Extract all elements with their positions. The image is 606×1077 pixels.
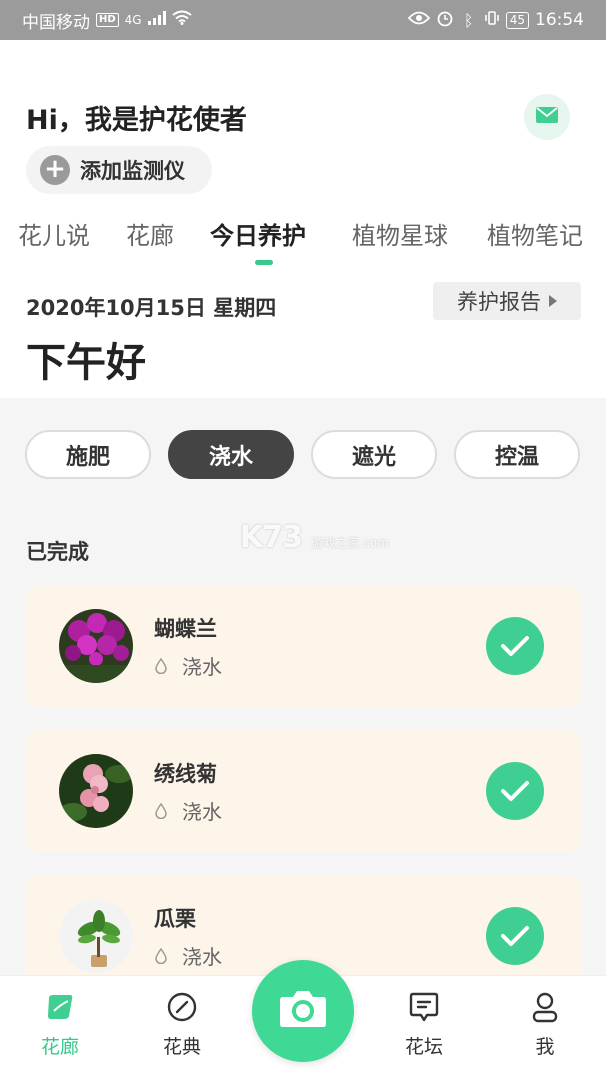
triangle-right-icon	[549, 295, 557, 307]
wifi-icon	[171, 10, 192, 30]
nav-hualang[interactable]: 花廊	[20, 990, 100, 1059]
header-section: Hi，我是护花使者 + 添加监测仪 花儿说 花廊 今日养护 植物星球 植物笔记 …	[0, 40, 606, 398]
plus-icon: +	[40, 155, 70, 185]
date-label: 2020年10月15日 星期四	[26, 296, 277, 320]
clock-label: 16:54	[535, 10, 584, 30]
mail-button[interactable]	[524, 94, 570, 140]
plant-name: 绣线菊	[154, 762, 217, 786]
bluetooth-icon: ᛒ	[463, 10, 474, 30]
category-tabs: 花儿说 花廊 今日养护 植物星球 植物笔记	[0, 216, 606, 266]
plant-photo-spiraea	[59, 754, 133, 828]
plant-card[interactable]: 绣线菊 浇水	[25, 730, 582, 852]
plant-task-label: 浇水	[182, 800, 222, 824]
check-icon	[501, 781, 529, 801]
filter-fertilize[interactable]: 施肥	[25, 430, 151, 479]
nav-huadian-label: 花典	[162, 1036, 201, 1058]
check-icon	[501, 926, 529, 946]
hd-badge: HD	[96, 13, 119, 27]
signal-icon	[147, 10, 166, 30]
tab-today-care[interactable]: 今日养护	[210, 216, 306, 251]
leaf-icon	[43, 990, 77, 1024]
water-drop-icon	[155, 802, 167, 819]
compass-icon	[165, 990, 199, 1024]
filter-shade[interactable]: 遮光	[311, 430, 437, 479]
plant-task-label: 浇水	[182, 655, 222, 679]
watermark: K73 游戏之家.com	[240, 520, 389, 555]
completed-check-button[interactable]	[486, 762, 544, 820]
tab-plant-planet[interactable]: 植物星球	[352, 216, 448, 251]
completed-section-title: 已完成	[26, 540, 89, 564]
nav-me-label: 我	[535, 1036, 555, 1058]
check-icon	[501, 636, 529, 656]
plant-task: 浇水	[154, 796, 222, 825]
plant-name: 瓜栗	[154, 907, 196, 931]
nav-huatan-label: 花坛	[404, 1036, 443, 1058]
camera-icon	[278, 989, 328, 1033]
alarm-icon	[436, 9, 454, 32]
completed-check-button[interactable]	[486, 907, 544, 965]
completed-check-button[interactable]	[486, 617, 544, 675]
message-icon	[407, 990, 441, 1024]
plant-task: 浇水	[154, 941, 222, 970]
eye-icon	[407, 10, 430, 30]
plant-task: 浇水	[154, 651, 222, 680]
plant-task-label: 浇水	[182, 945, 222, 969]
filter-temperature[interactable]: 控温	[454, 430, 580, 479]
tab-hualang[interactable]: 花廊	[126, 216, 174, 251]
plant-photo-pachira	[59, 899, 133, 973]
battery-indicator: 45	[505, 11, 529, 29]
add-monitor-button[interactable]: + 添加监测仪	[26, 146, 212, 194]
network-label: 4G	[124, 13, 142, 27]
nav-me[interactable]: 我	[505, 990, 585, 1059]
care-report-label: 养护报告	[457, 290, 541, 314]
plant-card[interactable]: 蝴蝶兰 浇水	[25, 585, 582, 707]
vibrate-icon	[484, 10, 500, 31]
status-bar: 中国移动 HD 4G ᛒ 45 16:54	[0, 0, 606, 40]
salutation-heading: 下午好	[26, 340, 146, 386]
user-icon	[528, 990, 562, 1024]
plant-photo-orchid	[59, 609, 133, 683]
care-report-button[interactable]: 养护报告	[433, 282, 581, 320]
filter-water[interactable]: 浇水	[168, 430, 294, 479]
camera-button[interactable]	[252, 960, 354, 1062]
water-drop-icon	[155, 657, 167, 674]
tab-huaershuo[interactable]: 花儿说	[18, 216, 90, 251]
tab-plant-notes[interactable]: 植物笔记	[487, 216, 583, 251]
active-tab-indicator	[255, 260, 273, 265]
carrier-label: 中国移动	[22, 12, 90, 33]
nav-huatan[interactable]: 花坛	[384, 990, 464, 1059]
nav-huadian[interactable]: 花典	[142, 990, 222, 1059]
water-drop-icon	[155, 947, 167, 964]
plant-name: 蝴蝶兰	[154, 617, 217, 641]
nav-hualang-label: 花廊	[40, 1036, 79, 1058]
greeting-title: Hi，我是护花使者	[26, 105, 247, 136]
add-monitor-label: 添加监测仪	[80, 159, 185, 183]
mail-icon	[536, 107, 558, 127]
